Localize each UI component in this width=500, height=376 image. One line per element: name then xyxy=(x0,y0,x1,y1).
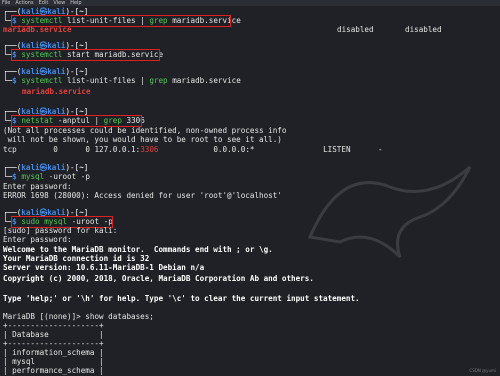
output-line: will not be shown, you would have to be … xyxy=(3,135,282,144)
output-line: Type 'help;' or '\h' for help. Type '\c'… xyxy=(3,294,360,303)
output-vendor-preset: disabled xyxy=(405,25,442,34)
netstat-row: tcp 0 0 127.0.0.1:3306 0.0.0.0:* LISTEN … xyxy=(3,145,383,154)
menu-help[interactable]: Help xyxy=(68,0,84,6)
kali-dragon-watermark-icon xyxy=(307,165,472,259)
watermark: CSDN @yumi xyxy=(469,368,496,373)
menu-bar: File Actions Edit View Help xyxy=(0,0,500,6)
output-line: mariadb.service xyxy=(3,25,72,34)
menu-view[interactable]: View xyxy=(51,0,68,6)
output-line: ERROR 1698 (28000): Access denied for us… xyxy=(3,191,282,200)
output-line: Server version: 10.6.11-MariaDB-1 Debian… xyxy=(3,263,205,272)
output-line: Copyright (c) 2000, 2018, Oracle, MariaD… xyxy=(3,274,314,283)
command-line: └─$ netstat -anptul | grep 3306 xyxy=(3,116,145,125)
output-state: disabled xyxy=(337,25,374,34)
output-line: Enter password: xyxy=(3,235,72,244)
terminal[interactable]: ┌──(kali㉿kali)-[~] └─$ systemctl list-un… xyxy=(0,7,500,375)
command-line: └─$ systemctl start mariadb.service xyxy=(3,50,164,59)
menu-actions[interactable]: Actions xyxy=(13,0,36,6)
output-line: mariadb.service xyxy=(22,87,91,96)
menu-edit[interactable]: Edit xyxy=(37,0,52,6)
menu-file[interactable]: File xyxy=(0,0,13,6)
command-line: └─$ mysql -uroot -p xyxy=(3,172,90,181)
command-line: └─$ systemctl list-unit-files | grep mar… xyxy=(3,76,241,85)
